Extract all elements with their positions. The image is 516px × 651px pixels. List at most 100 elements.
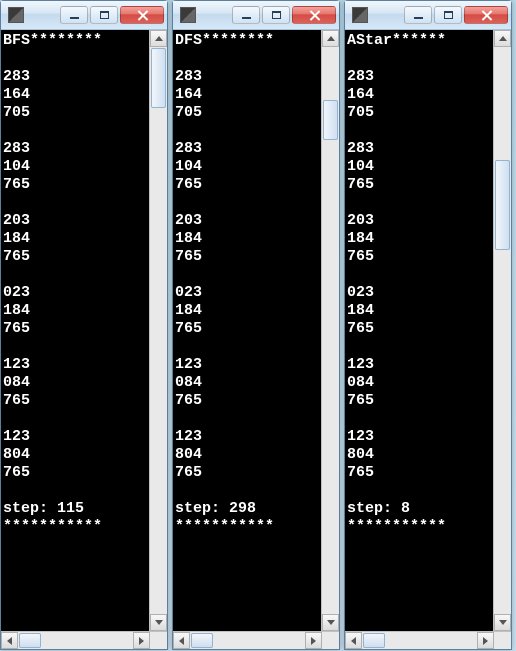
- app-icon: [8, 7, 24, 23]
- state-row: 765: [175, 320, 202, 337]
- state-row: 104: [175, 158, 202, 175]
- step-count: step: 8: [347, 500, 410, 517]
- maximize-button-icon: [272, 11, 281, 19]
- state-row: 283: [3, 140, 30, 157]
- state-row: 705: [3, 104, 30, 121]
- scroll-thumb-horizontal[interactable]: [363, 633, 385, 648]
- state-row: 184: [347, 302, 374, 319]
- algorithm-header: DFS********: [175, 32, 274, 49]
- state-row: 123: [3, 428, 30, 445]
- minimize-button-icon: [70, 17, 79, 19]
- close-button[interactable]: [464, 6, 508, 24]
- scroll-thumb-horizontal[interactable]: [19, 633, 41, 648]
- resize-grip[interactable]: [150, 632, 167, 649]
- scroll-left-button[interactable]: [1, 632, 18, 649]
- algorithm-header: BFS********: [3, 32, 102, 49]
- app-icon: [180, 7, 196, 23]
- maximize-button[interactable]: [262, 6, 290, 24]
- maximize-button[interactable]: [434, 6, 462, 24]
- chevron-right-icon: [139, 637, 144, 645]
- state-row: 184: [175, 302, 202, 319]
- close-button-icon: [137, 10, 148, 21]
- vertical-scrollbar[interactable]: [321, 30, 339, 631]
- client-area: BFS******** 283 164 705 283 104 765 203 …: [1, 30, 167, 649]
- state-row: 203: [3, 212, 30, 229]
- console-wrap: AStar****** 283 164 705 283 104 765 203 …: [345, 30, 511, 631]
- state-row: 184: [3, 230, 30, 247]
- app-icon: [352, 7, 368, 23]
- minimize-button[interactable]: [232, 6, 260, 24]
- close-button[interactable]: [120, 6, 164, 24]
- chevron-down-icon: [499, 620, 507, 625]
- state-row: 705: [347, 104, 374, 121]
- footer-divider: ***********: [175, 518, 274, 535]
- scroll-down-button[interactable]: [322, 614, 339, 631]
- scroll-thumb[interactable]: [323, 100, 338, 140]
- chevron-left-icon: [351, 637, 356, 645]
- vertical-scrollbar[interactable]: [493, 30, 511, 631]
- scroll-left-button[interactable]: [173, 632, 190, 649]
- titlebar: [173, 1, 339, 30]
- chevron-up-icon: [155, 36, 163, 41]
- state-row: 765: [347, 392, 374, 409]
- close-button[interactable]: [292, 6, 336, 24]
- state-row: 283: [3, 68, 30, 85]
- maximize-button[interactable]: [90, 6, 118, 24]
- minimize-button[interactable]: [60, 6, 88, 24]
- chevron-left-icon: [179, 637, 184, 645]
- scroll-thumb[interactable]: [151, 48, 166, 108]
- console-window-2: AStar****** 283 164 705 283 104 765 203 …: [344, 0, 512, 650]
- state-row: 765: [3, 392, 30, 409]
- state-row: 765: [347, 464, 374, 481]
- chevron-down-icon: [155, 620, 163, 625]
- state-row: 765: [347, 320, 374, 337]
- close-button-icon: [309, 10, 320, 21]
- state-row: 765: [175, 248, 202, 265]
- state-row: 804: [3, 446, 30, 463]
- state-row: 123: [175, 428, 202, 445]
- scroll-down-button[interactable]: [150, 614, 167, 631]
- state-row: 084: [175, 374, 202, 391]
- resize-grip[interactable]: [322, 632, 339, 649]
- state-row: 203: [347, 212, 374, 229]
- console-output: DFS******** 283 164 705 283 104 765 203 …: [173, 30, 321, 631]
- state-row: 123: [175, 356, 202, 373]
- horizontal-scrollbar[interactable]: [173, 631, 339, 649]
- vertical-scrollbar[interactable]: [149, 30, 167, 631]
- scroll-up-button[interactable]: [322, 30, 339, 47]
- state-row: 164: [347, 86, 374, 103]
- console-output: AStar****** 283 164 705 283 104 765 203 …: [345, 30, 493, 631]
- scroll-right-button[interactable]: [477, 632, 494, 649]
- minimize-button[interactable]: [404, 6, 432, 24]
- state-row: 283: [175, 140, 202, 157]
- scroll-down-button[interactable]: [494, 614, 511, 631]
- scroll-thumb[interactable]: [495, 160, 510, 250]
- titlebar: [1, 1, 167, 30]
- horizontal-scrollbar[interactable]: [345, 631, 511, 649]
- scroll-right-button[interactable]: [133, 632, 150, 649]
- state-row: 104: [347, 158, 374, 175]
- state-row: 705: [175, 104, 202, 121]
- state-row: 084: [347, 374, 374, 391]
- scroll-up-button[interactable]: [494, 30, 511, 47]
- console-wrap: DFS******** 283 164 705 283 104 765 203 …: [173, 30, 339, 631]
- scroll-right-button[interactable]: [305, 632, 322, 649]
- state-row: 765: [175, 392, 202, 409]
- chevron-right-icon: [311, 637, 316, 645]
- scroll-left-button[interactable]: [345, 632, 362, 649]
- horizontal-scrollbar[interactable]: [1, 631, 167, 649]
- state-row: 765: [175, 464, 202, 481]
- maximize-button-icon: [100, 11, 109, 19]
- scroll-up-button[interactable]: [150, 30, 167, 47]
- state-row: 104: [3, 158, 30, 175]
- state-row: 765: [347, 176, 374, 193]
- scroll-thumb-horizontal[interactable]: [191, 633, 213, 648]
- minimize-button-icon: [242, 17, 251, 19]
- state-row: 023: [347, 284, 374, 301]
- console-output: BFS******** 283 164 705 283 104 765 203 …: [1, 30, 149, 631]
- chevron-up-icon: [327, 36, 335, 41]
- step-count: step: 298: [175, 500, 256, 517]
- resize-grip[interactable]: [494, 632, 511, 649]
- chevron-up-icon: [499, 36, 507, 41]
- chevron-right-icon: [483, 637, 488, 645]
